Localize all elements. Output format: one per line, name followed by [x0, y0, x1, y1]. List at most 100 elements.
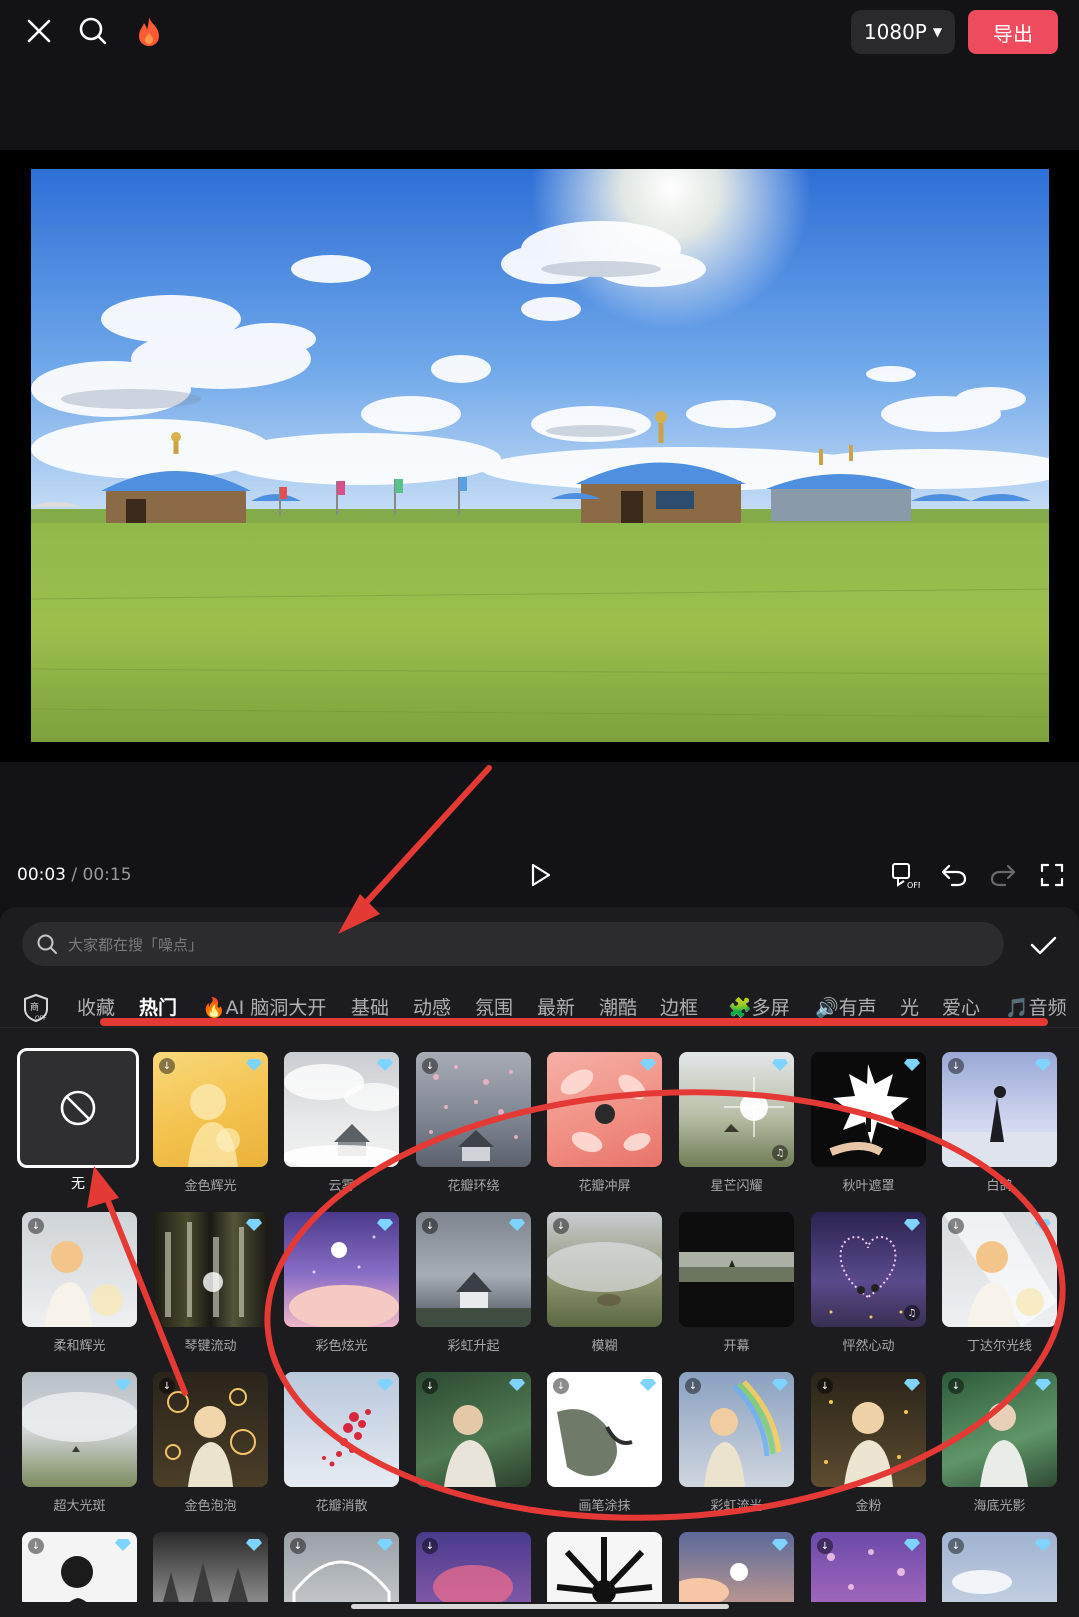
diamond-icon — [115, 1539, 131, 1551]
effect-tile[interactable]: ↓ 花瓣环绕 — [416, 1052, 531, 1194]
tab-label: 最新 — [537, 997, 576, 1019]
effect-tile[interactable]: ↓ 画笔涂抹 — [547, 1372, 662, 1514]
search-icon[interactable] — [76, 14, 110, 48]
tab-basic[interactable]: 基础 — [351, 993, 389, 1020]
video-preview[interactable] — [31, 169, 1049, 742]
music-note-icon: 🎵 — [1005, 997, 1029, 1019]
effect-label: 彩虹流光 — [710, 1499, 763, 1514]
flame-icon[interactable] — [132, 14, 166, 48]
effect-thumb: ↓ — [679, 1372, 794, 1487]
tab-multiscreen[interactable]: 🧩多屏 — [728, 993, 790, 1020]
effect-thumb: ↓ — [22, 1532, 137, 1602]
tab-label: 潮酷 — [599, 997, 638, 1019]
effect-tile[interactable]: 花瓣消散 — [284, 1372, 399, 1514]
effect-tile[interactable]: ↓ 金色泡泡 — [153, 1372, 268, 1514]
effect-thumb — [153, 1212, 268, 1327]
diamond-icon — [1035, 1379, 1051, 1391]
tab-latest[interactable]: 最新 — [537, 993, 575, 1020]
resolution-selector[interactable]: 1080P ▼ — [851, 10, 955, 54]
undo-icon[interactable] — [939, 860, 969, 890]
effect-tile[interactable]: 琴键流动 — [153, 1212, 268, 1354]
tab-sound[interactable]: 🔊有声 — [815, 993, 877, 1020]
effect-tile[interactable] — [153, 1532, 268, 1602]
confirm-icon[interactable] — [1028, 930, 1058, 960]
radial-burst-image — [556, 1537, 653, 1602]
tab-dynamic[interactable]: 动感 — [413, 993, 451, 1020]
effect-tile[interactable]: 花瓣冲屏 — [547, 1052, 662, 1194]
effect-tile[interactable]: ↓ — [284, 1532, 399, 1602]
effect-none[interactable]: 无 — [17, 1048, 139, 1193]
play-icon[interactable] — [526, 860, 556, 890]
time-separator: / — [66, 865, 83, 885]
tab-ai[interactable]: 🔥AI 脑洞大开 — [202, 993, 326, 1020]
effect-tile[interactable]: ♫ 怦然心动 — [811, 1212, 926, 1354]
effect-tile[interactable]: 彩色炫光 — [284, 1212, 399, 1354]
effect-label: 琴键流动 — [184, 1339, 237, 1354]
effect-thumb — [284, 1372, 399, 1487]
effect-tile[interactable] — [547, 1532, 662, 1602]
home-indicator — [351, 1604, 729, 1609]
top-bar: 1080P ▼ 导出 — [0, 0, 1079, 150]
effect-tile[interactable]: ↓ — [416, 1532, 531, 1602]
diamond-icon — [377, 1379, 393, 1391]
tab-label: 收藏 — [77, 997, 116, 1019]
download-icon: ↓ — [422, 1218, 438, 1234]
tab-trendy[interactable]: 潮酷 — [599, 993, 637, 1020]
commercial-off-icon[interactable]: OFF — [890, 860, 920, 890]
search-placeholder: 大家都在搜「噪点」 — [68, 935, 204, 954]
download-icon: ↓ — [553, 1378, 569, 1394]
tab-border[interactable]: 边框 — [660, 993, 698, 1020]
effect-label: 彩虹升起 — [447, 1339, 500, 1354]
effect-tile[interactable]: ↓ 丁达尔光线 — [942, 1212, 1057, 1354]
effect-tile[interactable]: ↓ 模糊 — [547, 1212, 662, 1354]
tab-atmosphere[interactable]: 氛围 — [475, 993, 513, 1020]
effect-thumb — [153, 1532, 268, 1602]
prohibited-icon — [60, 1090, 96, 1126]
export-button[interactable]: 导出 — [968, 10, 1058, 54]
effect-tile[interactable]: ↓ 金色辉光 — [153, 1052, 268, 1194]
effect-label: 画笔涂抹 — [578, 1499, 631, 1514]
effect-tile[interactable]: ↓ 彩虹升起 — [416, 1212, 531, 1354]
effect-tile[interactable]: 开幕 — [679, 1212, 794, 1354]
tab-favorites[interactable]: 收藏 — [77, 993, 115, 1020]
fullscreen-icon[interactable] — [1037, 860, 1067, 890]
effect-tile[interactable]: ↓ 彩虹流光 — [679, 1372, 794, 1514]
effect-thumb — [547, 1052, 662, 1167]
svg-text:商: 商 — [30, 1001, 39, 1013]
redo-icon[interactable] — [988, 860, 1018, 890]
effect-tile[interactable]: 秋叶遮罩 — [811, 1052, 926, 1194]
effect-tile[interactable]: ↓ — [416, 1372, 531, 1495]
download-icon: ↓ — [817, 1378, 833, 1394]
download-icon: ↓ — [948, 1218, 964, 1234]
effect-tile[interactable]: 超大光斑 — [22, 1372, 137, 1514]
effect-tile[interactable]: ↓ — [22, 1532, 137, 1602]
diamond-icon — [509, 1379, 525, 1391]
effect-thumb: ↓ — [416, 1532, 531, 1602]
effect-tile[interactable] — [679, 1532, 794, 1602]
effect-thumb: ♫ — [679, 1052, 794, 1167]
tab-love[interactable]: 爱心 — [942, 993, 980, 1020]
effect-thumb: ↓ — [22, 1212, 137, 1327]
effect-label: 柔和辉光 — [53, 1339, 106, 1354]
close-icon[interactable] — [22, 14, 56, 48]
tab-hot[interactable]: 热门 — [139, 993, 177, 1020]
tab-light[interactable]: 光 — [900, 993, 919, 1020]
effect-label: 开幕 — [723, 1339, 750, 1354]
effect-thumb: ↓ — [942, 1212, 1057, 1327]
effect-tile[interactable]: ↓ — [811, 1532, 926, 1602]
effect-label: 金色辉光 — [184, 1179, 237, 1194]
effect-thumb: ↓ — [811, 1372, 926, 1487]
download-icon: ↓ — [817, 1538, 833, 1554]
effect-tile[interactable]: ↓ 柔和辉光 — [22, 1212, 137, 1354]
effect-tile[interactable]: ↓ 海底光影 — [942, 1372, 1057, 1514]
effect-tile[interactable]: ↓ — [942, 1532, 1057, 1602]
commercial-off-badge-icon[interactable]: 商 OFF — [22, 993, 50, 1023]
tab-audio[interactable]: 🎵音频 — [1005, 993, 1067, 1020]
search-bar[interactable]: 大家都在搜「噪点」 — [22, 922, 1004, 966]
effect-tile[interactable]: ↓ 金粉 — [811, 1372, 926, 1514]
effect-label: 超大光斑 — [53, 1499, 106, 1514]
tab-label: 有声 — [838, 997, 877, 1019]
effect-tile[interactable]: 云雾 — [284, 1052, 399, 1194]
effect-tile[interactable]: ↓ 白鸽 — [942, 1052, 1057, 1194]
effect-tile[interactable]: ♫ 星芒闪耀 — [679, 1052, 794, 1194]
